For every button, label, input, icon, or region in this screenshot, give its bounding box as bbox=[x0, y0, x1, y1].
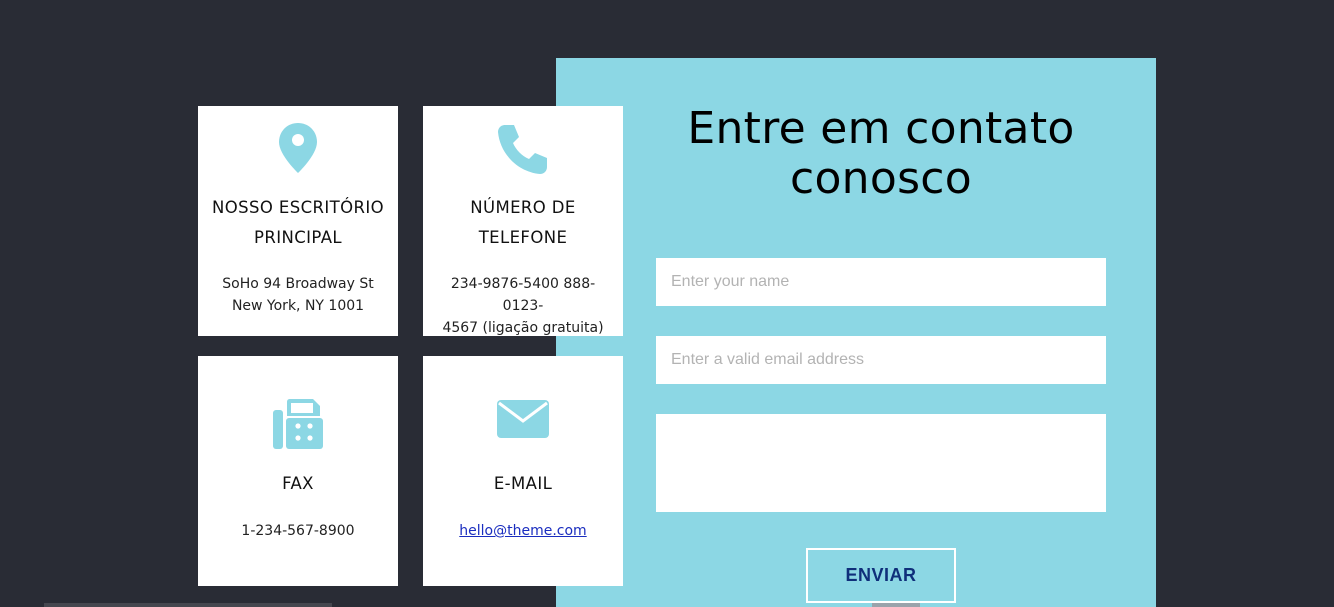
map-pin-icon bbox=[198, 122, 398, 174]
fax-heading: FAX bbox=[282, 474, 314, 493]
name-input[interactable] bbox=[656, 258, 1106, 306]
contact-form-panel: Entre em contato conosco ENVIAR bbox=[556, 58, 1156, 607]
submit-button[interactable]: ENVIAR bbox=[806, 548, 956, 603]
phone-icon bbox=[423, 122, 623, 176]
fax-number: 1-234-567-8900 bbox=[241, 523, 355, 539]
bottom-strip-handle bbox=[872, 603, 920, 607]
email-card: E-MAIL hello@theme.com bbox=[423, 356, 623, 586]
office-address-line2: New York, NY 1001 bbox=[231, 298, 365, 314]
office-address: SoHo 94 Broadway St New York, NY 1001 bbox=[206, 273, 390, 317]
email-input[interactable] bbox=[656, 336, 1106, 384]
email-link[interactable]: hello@theme.com bbox=[459, 523, 586, 539]
fax-icon bbox=[198, 398, 398, 450]
phone-heading: NÚMERO DE TELEFONE bbox=[470, 198, 576, 247]
email-address: hello@theme.com bbox=[431, 520, 615, 542]
form-title: Entre em contato conosco bbox=[687, 103, 1075, 204]
phone-number: 234-9876-5400 888-0123- 4567 (ligação gr… bbox=[431, 273, 615, 339]
phone-number-line2: 4567 (ligação gratuita) bbox=[442, 320, 604, 336]
office-address-line1: SoHo 94 Broadway St bbox=[222, 276, 374, 292]
office-card: NOSSO ESCRITÓRIO PRINCIPAL SoHo 94 Broad… bbox=[198, 106, 398, 336]
envelope-icon bbox=[423, 398, 623, 440]
fax-card: FAX 1-234-567-8900 bbox=[198, 356, 398, 586]
message-textarea[interactable] bbox=[656, 414, 1106, 512]
office-heading: NOSSO ESCRITÓRIO PRINCIPAL bbox=[211, 198, 385, 247]
phone-number-line1: 234-9876-5400 888-0123- bbox=[450, 276, 596, 314]
phone-card: NÚMERO DE TELEFONE 234-9876-5400 888-012… bbox=[423, 106, 623, 336]
bottom-strip bbox=[44, 603, 332, 607]
contact-section: Entre em contato conosco ENVIAR NOSSO ES… bbox=[0, 0, 1334, 607]
email-heading: E-MAIL bbox=[493, 474, 553, 493]
